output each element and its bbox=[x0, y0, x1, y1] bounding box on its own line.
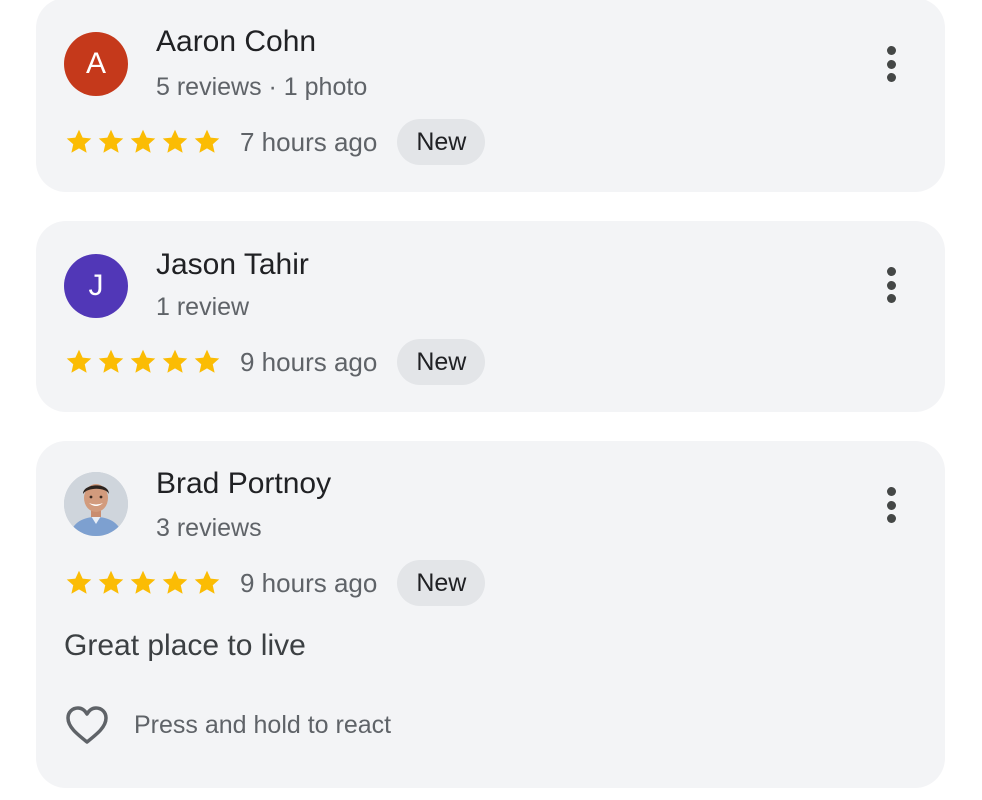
avatar[interactable] bbox=[64, 472, 128, 536]
more-vert-icon-dot bbox=[886, 487, 896, 496]
review-card[interactable]: J Jason Tahir 1 review 9 hours ago New bbox=[36, 221, 945, 412]
more-vert-icon-dot bbox=[886, 280, 896, 290]
reviewer-meta: 5 reviews · 1 photo bbox=[156, 73, 368, 101]
more-vert-icon-dot bbox=[886, 294, 896, 303]
more-vert-icon-dot bbox=[886, 500, 896, 510]
review-time: 9 hours ago bbox=[240, 567, 378, 598]
more-vert-icon-dot bbox=[886, 73, 896, 82]
review-time: 9 hours ago bbox=[240, 346, 378, 377]
star-icon bbox=[130, 129, 156, 153]
reviewer-meta: 1 review bbox=[156, 293, 250, 321]
star-icon bbox=[98, 129, 124, 153]
avatar[interactable]: A bbox=[64, 32, 128, 96]
star-icon bbox=[162, 349, 188, 373]
more-options-button[interactable] bbox=[877, 42, 905, 86]
review-text: Great place to live bbox=[64, 629, 306, 662]
star-rating bbox=[64, 568, 222, 598]
star-icon bbox=[194, 349, 220, 373]
review-card[interactable]: A Aaron Cohn 5 reviews · 1 photo 7 hours… bbox=[36, 0, 945, 192]
star-icon bbox=[98, 349, 124, 373]
new-badge: New bbox=[397, 560, 486, 606]
heart-outline-icon bbox=[66, 706, 108, 744]
star-icon bbox=[130, 349, 156, 373]
rating-row: 9 hours ago New bbox=[64, 560, 486, 606]
more-vert-icon-dot bbox=[886, 46, 896, 55]
reviewer-name[interactable]: Jason Tahir bbox=[156, 248, 309, 282]
reviewer-meta: 3 reviews bbox=[156, 514, 262, 542]
more-options-button[interactable] bbox=[877, 263, 905, 307]
more-options-button[interactable] bbox=[877, 483, 905, 527]
star-icon bbox=[194, 129, 220, 153]
star-icon bbox=[66, 570, 92, 594]
star-rating bbox=[64, 127, 222, 157]
new-badge: New bbox=[397, 119, 486, 165]
rating-row: 7 hours ago New bbox=[64, 119, 486, 165]
more-vert-icon-dot bbox=[886, 59, 896, 69]
react-label: Press and hold to react bbox=[134, 710, 392, 739]
new-badge: New bbox=[397, 339, 486, 385]
more-vert-icon-dot bbox=[886, 514, 896, 523]
reviewer-name[interactable]: Brad Portnoy bbox=[156, 467, 331, 501]
profile-photo-icon bbox=[64, 472, 128, 536]
more-vert-icon-dot bbox=[886, 267, 896, 276]
avatar[interactable]: J bbox=[64, 254, 128, 318]
star-icon bbox=[194, 570, 220, 594]
review-time: 7 hours ago bbox=[240, 126, 378, 157]
rating-row: 9 hours ago New bbox=[64, 339, 486, 385]
review-card[interactable]: Brad Portnoy 3 reviews 9 hours ago New G… bbox=[36, 441, 945, 788]
star-icon bbox=[66, 129, 92, 153]
star-icon bbox=[98, 570, 124, 594]
star-icon bbox=[162, 570, 188, 594]
star-rating bbox=[64, 347, 222, 377]
reviewer-name[interactable]: Aaron Cohn bbox=[156, 25, 316, 59]
star-icon bbox=[66, 349, 92, 373]
react-button[interactable]: Press and hold to react bbox=[64, 703, 391, 747]
star-icon bbox=[162, 129, 188, 153]
star-icon bbox=[130, 570, 156, 594]
